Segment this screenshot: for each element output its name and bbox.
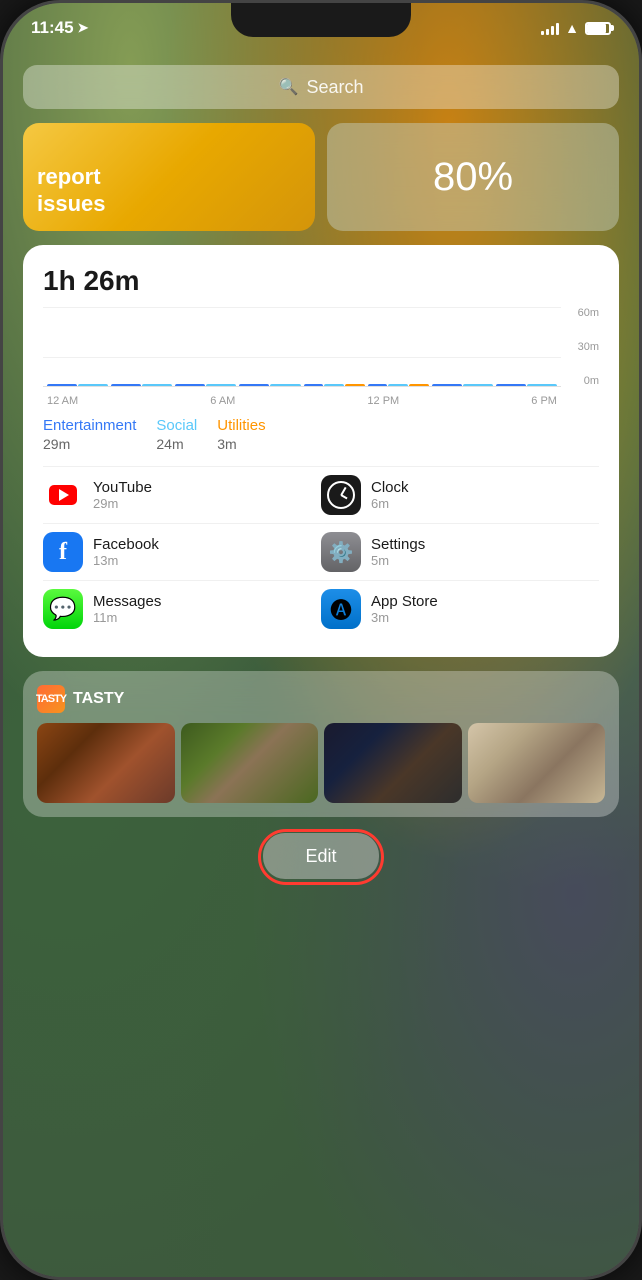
chart-x-12am: 12 AM: [47, 395, 78, 407]
app-name-facebook: Facebook: [93, 536, 159, 553]
chart-y-label-60m: 60m: [578, 307, 599, 319]
battery-icon: [585, 22, 611, 35]
settings-icon: ⚙️: [321, 532, 361, 572]
app-time-messages: 11m: [93, 610, 161, 625]
chart-bar-group-1: [111, 384, 172, 386]
content-area: 🔍 Search reportissues 80% 1h 26m: [3, 53, 639, 1277]
status-time: 11:45 ➤: [31, 18, 88, 38]
chart-x-labels: 12 AM 6 AM 12 PM 6 PM: [43, 395, 561, 407]
appstore-icon: 🅐: [321, 589, 361, 629]
clock-icon: [321, 475, 361, 515]
app-item-facebook[interactable]: f Facebook 13m: [43, 523, 321, 580]
chart-x-6pm: 6 PM: [531, 395, 557, 407]
chart-bar-group-6: [432, 384, 493, 386]
facebook-icon: f: [43, 532, 83, 572]
app-item-youtube[interactable]: YouTube 29m: [43, 466, 321, 523]
issues-widget-text: reportissues: [37, 164, 301, 217]
chart-y-label-30m: 30m: [578, 341, 599, 353]
tasty-food-image-3[interactable]: [324, 723, 462, 803]
chart-bars: [43, 307, 561, 386]
chart-canvas: [43, 307, 561, 387]
tasty-brand-name: TASTY: [73, 690, 124, 708]
chart-bar-group-7: [496, 384, 557, 386]
category-social: Social 24m: [156, 417, 197, 452]
category-entertainment: Entertainment 29m: [43, 417, 136, 452]
top-widgets-row: reportissues 80%: [23, 123, 619, 231]
category-entertainment-name: Entertainment: [43, 417, 136, 434]
tasty-header: TASTY TASTY: [37, 685, 605, 713]
youtube-icon: [43, 475, 83, 515]
app-item-messages[interactable]: 💬 Messages 11m: [43, 580, 321, 637]
category-entertainment-time: 29m: [43, 436, 136, 452]
notch: [231, 3, 411, 37]
chart-bar-group-5: [368, 384, 429, 386]
time-display: 11:45: [31, 18, 74, 38]
app-time-youtube: 29m: [93, 496, 152, 511]
app-time-settings: 5m: [371, 553, 425, 568]
category-social-time: 24m: [156, 436, 197, 452]
tasty-images: [37, 723, 605, 803]
category-utilities-name: Utilities: [217, 417, 265, 434]
categories: Entertainment 29m Social 24m Utilities 3…: [43, 417, 599, 452]
app-time-appstore: 3m: [371, 610, 438, 625]
chart-bar-group-4: [304, 384, 365, 386]
chart-bar-group-0: [47, 384, 108, 386]
chart-x-12pm: 12 PM: [367, 395, 399, 407]
app-time-clock: 6m: [371, 496, 409, 511]
category-social-name: Social: [156, 417, 197, 434]
app-item-appstore[interactable]: 🅐 App Store 3m: [321, 580, 599, 637]
chart-bar-group-2: [175, 384, 236, 386]
edit-button-container: Edit: [23, 833, 619, 879]
battery-fill: [587, 24, 606, 33]
screen-time-chart: 60m 30m 0m 12 AM 6 AM 12 PM 6 PM: [43, 307, 599, 407]
battery-widget-text: 80%: [433, 155, 513, 200]
chart-y-labels: 60m 30m 0m: [564, 307, 599, 387]
tasty-widget[interactable]: TASTY TASTY: [23, 671, 619, 817]
app-name-settings: Settings: [371, 536, 425, 553]
issues-widget[interactable]: reportissues: [23, 123, 315, 231]
location-icon: ➤: [78, 20, 89, 36]
screen-time-total: 1h 26m: [43, 265, 599, 297]
app-name-messages: Messages: [93, 593, 161, 610]
app-name-youtube: YouTube: [93, 479, 152, 496]
category-utilities: Utilities 3m: [217, 417, 265, 452]
chart-bar-group-3: [239, 384, 300, 386]
status-icons: ▲: [541, 20, 611, 36]
search-bar[interactable]: 🔍 Search: [23, 65, 619, 109]
signal-icon: [541, 21, 559, 35]
app-item-settings[interactable]: ⚙️ Settings 5m: [321, 523, 599, 580]
app-name-clock: Clock: [371, 479, 409, 496]
app-list: YouTube 29m Clock: [43, 466, 599, 637]
chart-y-label-0m: 0m: [584, 375, 599, 387]
search-bar-label: Search: [306, 77, 363, 98]
screen: 11:45 ➤ ▲ 🔍 Search: [3, 3, 639, 1277]
edit-button[interactable]: Edit: [263, 833, 379, 879]
app-item-clock[interactable]: Clock 6m: [321, 466, 599, 523]
chart-x-6am: 6 AM: [210, 395, 235, 407]
app-name-appstore: App Store: [371, 593, 438, 610]
battery-widget[interactable]: 80%: [327, 123, 619, 231]
tasty-logo: TASTY: [37, 685, 65, 713]
edit-button-label: Edit: [305, 846, 336, 867]
wifi-icon: ▲: [565, 20, 579, 36]
messages-icon: 💬: [43, 589, 83, 629]
tasty-food-image-2[interactable]: [181, 723, 319, 803]
search-icon: 🔍: [279, 77, 299, 97]
category-utilities-time: 3m: [217, 436, 265, 452]
phone-frame: 11:45 ➤ ▲ 🔍 Search: [0, 0, 642, 1280]
app-time-facebook: 13m: [93, 553, 159, 568]
screen-time-widget[interactable]: 1h 26m: [23, 245, 619, 657]
tasty-food-image-1[interactable]: [37, 723, 175, 803]
tasty-food-image-4[interactable]: [468, 723, 606, 803]
